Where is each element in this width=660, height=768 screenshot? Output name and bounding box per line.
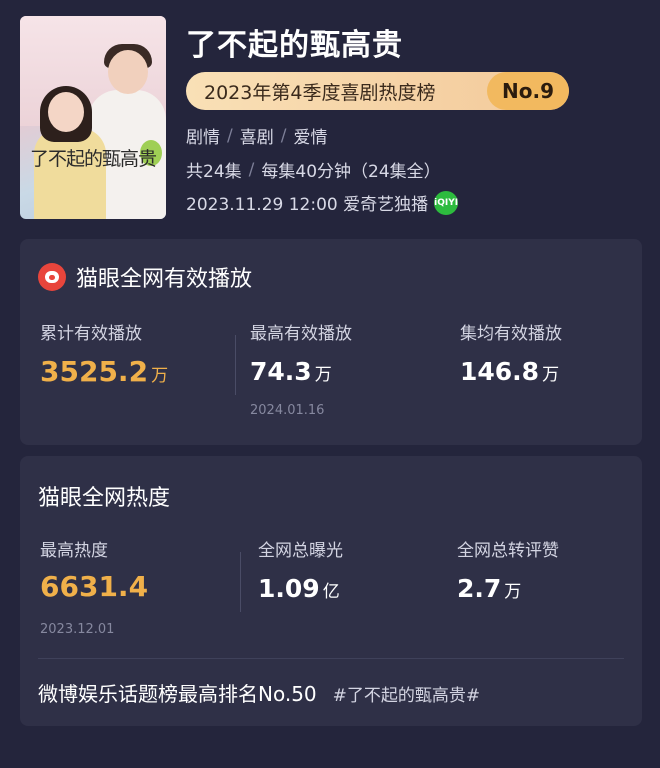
peak-playback-value: 74.3 万 <box>250 357 332 386</box>
exposure-label: 全网总曝光 <box>258 541 343 561</box>
exposure-value: 1.09 亿 <box>258 574 340 603</box>
separator: / <box>248 159 255 180</box>
peak-heat-value: 6631.4 <box>40 570 149 603</box>
avg-playback-unit: 万 <box>542 365 560 385</box>
separator: / <box>280 125 287 146</box>
genre-tag: 喜剧 <box>239 128 274 148</box>
peak-heat-label: 最高热度 <box>40 541 108 561</box>
premiere-row: 2023.11.29 12:00 爱奇艺独播 iQIYI <box>186 190 459 215</box>
weibo-hashtag-link[interactable]: #了不起的甄高贵# <box>333 681 481 706</box>
genre-tag: 爱情 <box>293 128 328 148</box>
iqiyi-logo-icon[interactable]: iQIYI <box>434 190 459 215</box>
avg-playback-value: 146.8 万 <box>460 357 559 386</box>
weibo-rank-row: 微博娱乐话题榜最高排名No.50 #了不起的甄高贵# <box>38 678 480 707</box>
rank-label: 2023年第4季度喜剧热度榜 <box>204 81 436 104</box>
engagement-label: 全网总转评赞 <box>457 541 559 561</box>
total-playback-number: 3525.2 <box>40 355 149 388</box>
separator: / <box>227 125 233 146</box>
engagement-number: 2.7 <box>457 574 502 603</box>
rank-number: No.9 <box>487 72 569 110</box>
exposure-number: 1.09 <box>258 574 320 603</box>
divider <box>235 335 236 395</box>
episode-duration: 每集40分钟（24集全） <box>261 162 441 182</box>
peak-playback-unit: 万 <box>314 365 332 385</box>
genre-row: 剧情 / 喜剧 / 爱情 <box>186 123 328 149</box>
episode-count: 共24集 <box>186 162 242 182</box>
total-playback-unit: 万 <box>151 366 169 386</box>
engagement-unit: 万 <box>504 582 522 602</box>
episode-row: 共24集 / 每集40分钟（24集全） <box>186 157 441 183</box>
heat-card-header: 猫眼全网热度 <box>38 480 170 512</box>
total-playback-label: 累计有效播放 <box>40 324 142 344</box>
avg-playback-label: 集均有效播放 <box>460 324 562 344</box>
playback-card-title: 猫眼全网有效播放 <box>76 267 253 292</box>
peak-playback-date: 2024.01.16 <box>250 403 325 418</box>
divider <box>240 552 241 612</box>
section-divider <box>38 658 624 659</box>
engagement-value: 2.7 万 <box>457 574 521 603</box>
poster-title-text: 了不起的甄高贵 <box>30 148 157 170</box>
heat-card: 猫眼全网热度 最高热度 6631.4 2023.12.01 全网总曝光 1.09… <box>20 456 642 726</box>
exposure-unit: 亿 <box>322 582 340 602</box>
premiere-info: 2023.11.29 12:00 爱奇艺独播 <box>186 195 429 215</box>
heat-card-title: 猫眼全网热度 <box>38 486 171 511</box>
peak-heat-date: 2023.12.01 <box>40 622 115 637</box>
peak-playback-label: 最高有效播放 <box>250 324 352 344</box>
maoyan-logo-icon <box>38 263 66 291</box>
total-playback-value: 3525.2 万 <box>40 355 168 388</box>
avg-playback-number: 146.8 <box>460 357 540 386</box>
genre-tag: 剧情 <box>186 128 220 148</box>
playback-card: 猫眼全网有效播放 累计有效播放 3525.2 万 最高有效播放 74.3 万 202… <box>20 239 642 445</box>
weibo-rank-text: 微博娱乐话题榜最高排名No.50 <box>38 682 317 706</box>
poster-face-female <box>48 92 84 132</box>
poster-face-male <box>108 50 148 94</box>
playback-card-header: 猫眼全网有效播放 <box>38 261 252 293</box>
peak-playback-number: 74.3 <box>250 357 312 386</box>
show-title: 了不起的甄高贵 <box>186 28 403 63</box>
rank-badge[interactable]: 2023年第4季度喜剧热度榜 No.9 <box>186 72 569 110</box>
poster-image[interactable]: 了不起的甄高贵 <box>20 16 166 219</box>
